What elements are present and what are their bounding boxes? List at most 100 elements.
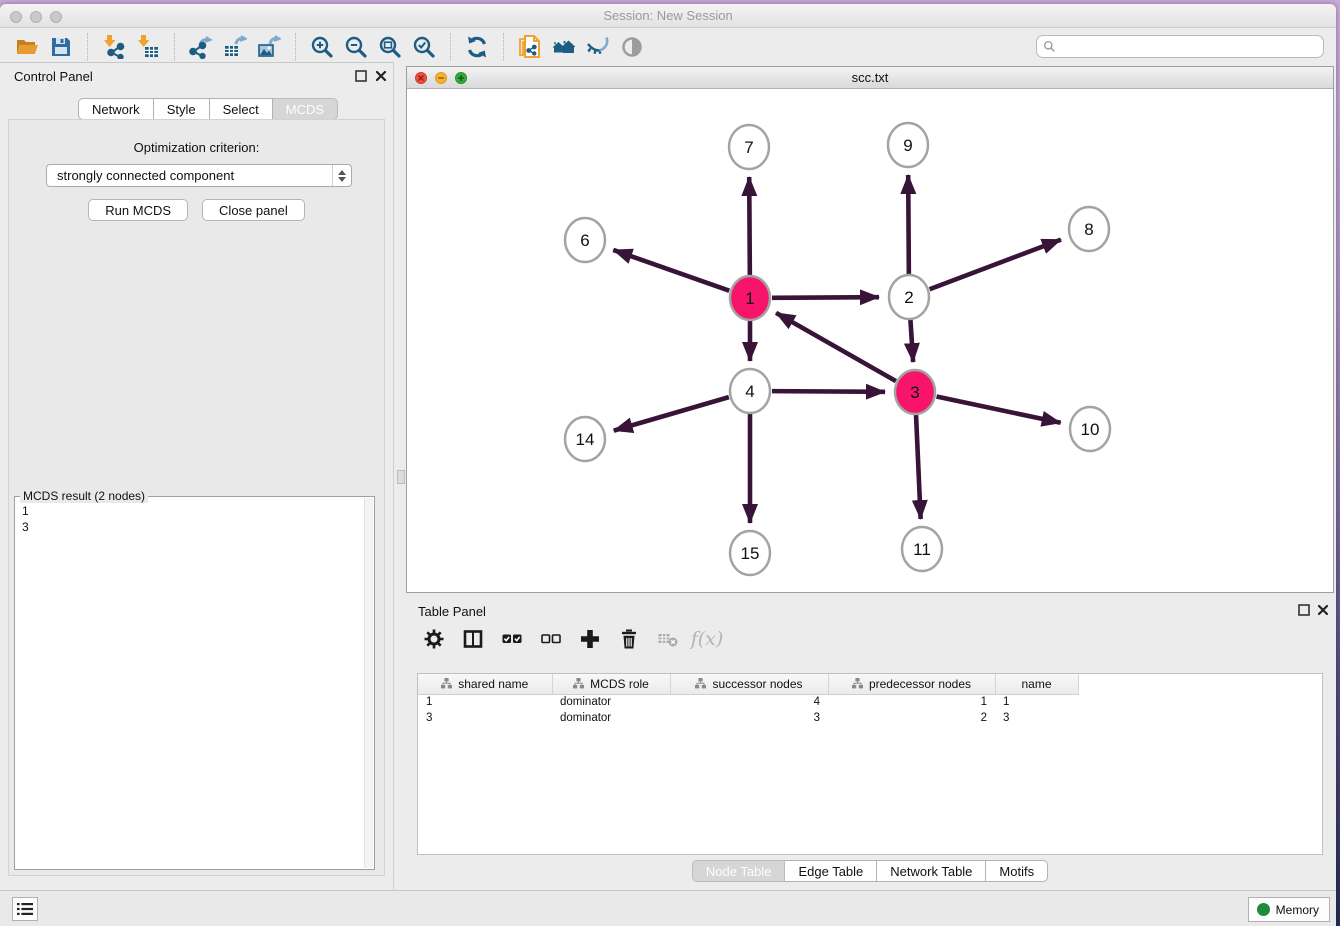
node-table[interactable]: shared name MCDS role successor nodes pr… [417, 673, 1323, 855]
delete-table-icon[interactable] [656, 627, 680, 651]
table-cell[interactable]: 2 [828, 710, 995, 726]
graph-edge-4-3[interactable] [772, 391, 885, 392]
tab-motifs[interactable]: Motifs [986, 860, 1048, 882]
export-table-icon[interactable] [220, 32, 250, 62]
toolbar-separator [174, 33, 175, 61]
network-window-titlebar[interactable]: scc.txt [407, 67, 1333, 89]
graph-node-label-8: 8 [1084, 220, 1093, 239]
control-panel-title: Control Panel [14, 69, 93, 84]
table-header-row: shared name MCDS role successor nodes pr… [418, 674, 1078, 694]
network-graph-svg: 7968124314101511 [407, 89, 1333, 592]
graph-edge-3-11[interactable] [916, 414, 921, 519]
graph-edge-1-2[interactable] [772, 297, 879, 298]
node-table-body: 1dominator4113dominator323 [418, 694, 1078, 726]
zoom-fit-icon[interactable] [375, 32, 405, 62]
zoom-in-icon[interactable] [307, 32, 337, 62]
table-cell[interactable]: 3 [995, 710, 1078, 726]
run-mcds-button[interactable]: Run MCDS [88, 199, 188, 221]
column-name[interactable]: name [995, 674, 1078, 694]
show-graphics-details-icon[interactable] [617, 32, 647, 62]
table-cell[interactable]: 1 [418, 694, 552, 710]
dropdown-stepper-icon [332, 165, 351, 186]
tab-edge-table[interactable]: Edge Table [785, 860, 877, 882]
column-shared-name[interactable]: shared name [418, 674, 552, 694]
close-table-panel-icon[interactable] [1317, 604, 1329, 616]
graph-edge-2-9[interactable] [908, 175, 909, 275]
refresh-view-icon[interactable] [462, 32, 492, 62]
table-cell[interactable]: 4 [670, 694, 828, 710]
memory-status-icon [1257, 903, 1270, 916]
list-icon [17, 902, 33, 916]
table-settings-icon[interactable] [422, 627, 446, 651]
select-all-rows-icon[interactable] [500, 627, 524, 651]
hierarchy-icon [695, 678, 706, 689]
table-panel-title: Table Panel [418, 604, 486, 619]
graph-edge-1-6[interactable] [613, 250, 729, 291]
tab-mcds[interactable]: MCDS [273, 98, 338, 120]
mcds-panel: Optimization criterion: strongly connect… [8, 119, 385, 876]
graph-node-label-14: 14 [576, 430, 595, 449]
session-title: Session: New Session [0, 8, 1336, 23]
open-session-icon[interactable] [12, 32, 42, 62]
table-cell[interactable]: 1 [995, 694, 1078, 710]
graph-edge-3-10[interactable] [937, 397, 1061, 423]
tab-network-table[interactable]: Network Table [877, 860, 986, 882]
export-image-icon[interactable] [254, 32, 284, 62]
home-icon[interactable] [549, 32, 579, 62]
table-cell[interactable]: 3 [670, 710, 828, 726]
deselect-all-rows-icon[interactable] [539, 627, 563, 651]
delete-column-icon[interactable] [617, 627, 641, 651]
graph-node-label-6: 6 [580, 231, 589, 250]
column-layout-icon[interactable] [461, 627, 485, 651]
function-builder-icon[interactable]: f(x) [695, 627, 719, 651]
search-box[interactable] [1036, 35, 1324, 58]
column-predecessor-nodes[interactable]: predecessor nodes [828, 674, 995, 694]
float-table-panel-icon[interactable] [1298, 604, 1310, 616]
table-row[interactable]: 1dominator411 [418, 694, 1078, 710]
title-bar: Session: New Session [0, 4, 1336, 28]
close-panel-icon[interactable] [375, 70, 387, 82]
mcds-result-item: 1 [22, 503, 357, 519]
zoom-out-icon[interactable] [341, 32, 371, 62]
table-row[interactable]: 3dominator323 [418, 710, 1078, 726]
mcds-result-list[interactable]: 13 [16, 498, 363, 868]
save-session-icon[interactable] [46, 32, 76, 62]
graph-edge-1-7[interactable] [749, 177, 750, 276]
tab-network[interactable]: Network [78, 98, 154, 120]
close-panel-button[interactable]: Close panel [202, 199, 305, 221]
memory-button[interactable]: Memory [1248, 897, 1330, 922]
graph-edge-3-1[interactable] [776, 313, 896, 381]
graph-edge-2-8[interactable] [930, 240, 1061, 290]
import-table-icon[interactable] [133, 32, 163, 62]
network-document-icon[interactable] [515, 32, 545, 62]
import-network-icon[interactable] [99, 32, 129, 62]
network-canvas[interactable]: 7968124314101511 [407, 89, 1333, 592]
tab-node-table[interactable]: Node Table [692, 860, 786, 882]
search-input[interactable] [1060, 40, 1317, 54]
tab-style[interactable]: Style [154, 98, 210, 120]
hierarchy-icon [852, 678, 863, 689]
split-pane-handle[interactable] [397, 470, 405, 484]
optimization-criterion-select[interactable]: strongly connected component [46, 164, 352, 187]
table-cell[interactable]: 3 [418, 710, 552, 726]
add-column-icon[interactable] [578, 627, 602, 651]
result-scrollbar[interactable] [364, 498, 373, 868]
zoom-selected-icon[interactable] [409, 32, 439, 62]
column-mcds-role[interactable]: MCDS role [552, 674, 670, 694]
graph-node-label-2: 2 [904, 288, 913, 307]
hide-graphics-details-icon[interactable] [583, 32, 613, 62]
table-cell[interactable]: 1 [828, 694, 995, 710]
task-history-button[interactable] [12, 897, 38, 921]
column-successor-nodes[interactable]: successor nodes [670, 674, 828, 694]
table-cell[interactable]: dominator [552, 710, 670, 726]
control-panel: Control Panel Network Style Select MCDS … [0, 62, 394, 890]
tab-select[interactable]: Select [210, 98, 273, 120]
graph-edge-2-3[interactable] [910, 319, 913, 362]
graph-edge-4-14[interactable] [614, 397, 729, 430]
toolbar-separator [87, 33, 88, 61]
graph-node-label-7: 7 [744, 138, 753, 157]
export-network-icon[interactable] [186, 32, 216, 62]
table-cell[interactable]: dominator [552, 694, 670, 710]
float-panel-icon[interactable] [355, 70, 367, 82]
hierarchy-icon [441, 678, 452, 689]
